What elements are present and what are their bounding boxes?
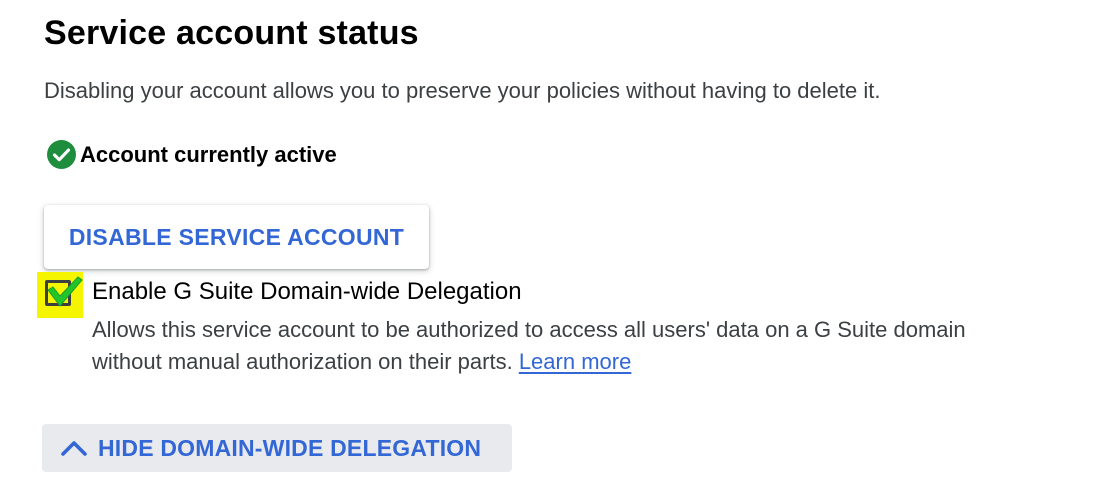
delegation-checkbox[interactable] xyxy=(45,280,71,306)
delegation-checkbox-label[interactable]: Enable G Suite Domain-wide Delegation xyxy=(92,278,522,306)
delegation-help-text: Allows this service account to be author… xyxy=(92,314,1082,378)
status-text: Account currently active xyxy=(80,141,337,167)
page-title: Service account status xyxy=(44,14,419,52)
hide-domain-wide-delegation-button[interactable]: HIDE DOMAIN-WIDE DELEGATION xyxy=(42,424,512,472)
section-description: Disabling your account allows you to pre… xyxy=(44,78,881,103)
help-text-line-2: without manual authorization on their pa… xyxy=(92,346,1082,378)
learn-more-link[interactable]: Learn more xyxy=(519,349,632,374)
account-status: Account currently active xyxy=(47,140,337,169)
chevron-up-icon xyxy=(61,441,87,456)
help-text-line-2-text: without manual authorization on their pa… xyxy=(92,349,513,374)
help-text-line-1: Allows this service account to be author… xyxy=(92,317,966,342)
check-circle-icon xyxy=(47,140,76,169)
disable-service-account-button[interactable]: DISABLE SERVICE ACCOUNT xyxy=(44,205,429,269)
hide-delegation-label: HIDE DOMAIN-WIDE DELEGATION xyxy=(98,434,482,461)
